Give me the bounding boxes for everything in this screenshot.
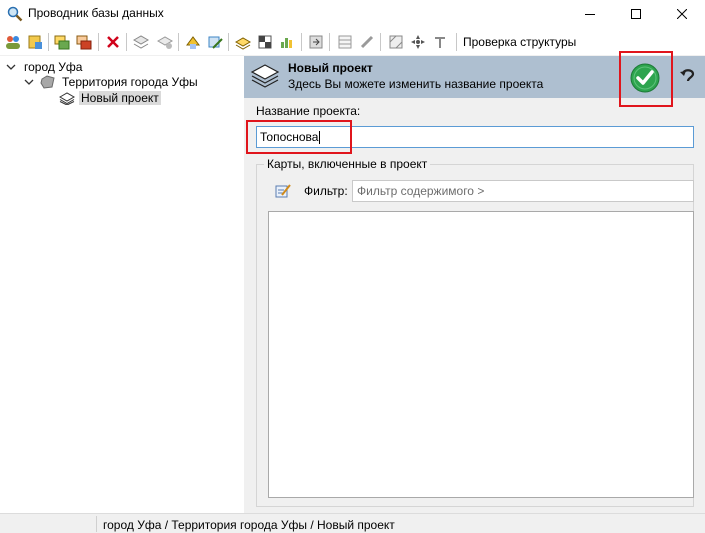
hatch-icon[interactable] — [387, 33, 405, 51]
users-icon[interactable] — [4, 33, 22, 51]
toolbar-separator — [98, 33, 99, 51]
toolbar-separator — [48, 33, 49, 51]
maximize-button[interactable] — [613, 0, 659, 28]
filter-input[interactable]: Фильтр содержимого > — [352, 180, 694, 202]
close-icon — [677, 9, 687, 19]
highlight-name-input — [246, 120, 352, 154]
table-icon[interactable] — [336, 33, 354, 51]
chevron-down-icon[interactable] — [6, 62, 16, 72]
close-button[interactable] — [659, 0, 705, 28]
undo-icon[interactable] — [678, 66, 698, 88]
title-bar: Проводник базы данных — [0, 0, 705, 28]
toolbar-separator — [380, 33, 381, 51]
database-add-icon[interactable] — [26, 33, 44, 51]
project-stack-icon — [250, 64, 280, 88]
delete-icon[interactable] — [104, 33, 122, 51]
pencil-icon[interactable] — [358, 33, 376, 51]
maximize-icon — [631, 9, 641, 19]
structure-check-button[interactable]: Проверка структуры — [463, 35, 576, 49]
move-icon[interactable] — [409, 33, 427, 51]
toolbar-separator — [228, 33, 229, 51]
territory-icon — [40, 74, 55, 89]
maps-list[interactable] — [268, 211, 694, 498]
text-tool-icon[interactable] — [431, 33, 449, 51]
toolbar: Проверка структуры — [0, 28, 705, 56]
object-edit-icon[interactable] — [206, 33, 224, 51]
project-editor: Новый проект Здесь Вы можете изменить на… — [244, 51, 705, 513]
status-separator — [96, 516, 97, 532]
chart-add-icon[interactable] — [278, 33, 296, 51]
toolbar-separator — [178, 33, 179, 51]
explorer-app-icon — [7, 6, 23, 22]
tree-item-territory[interactable]: Территория города Уфы — [24, 73, 200, 90]
status-path: город Уфа / Территория города Уфы / Новы… — [103, 518, 395, 532]
project-stack-icon — [59, 91, 75, 105]
highlight-confirm — [619, 51, 673, 107]
toolbar-separator — [456, 33, 457, 51]
database-explorer-window: Проводник базы данных Проверка структуры… — [0, 0, 705, 533]
tree-item-project[interactable]: Новый проект — [59, 89, 161, 106]
tree-item-label: Новый проект — [79, 90, 161, 105]
window-title: Проводник базы данных — [28, 6, 164, 20]
filter-edit-icon — [275, 184, 291, 198]
status-bar: город Уфа / Территория города Уфы / Новы… — [0, 513, 705, 533]
toolbar-separator — [126, 33, 127, 51]
project-tree: город Уфа Территория города Уфы Новый пр… — [0, 56, 237, 513]
object-icon[interactable] — [184, 33, 202, 51]
tree-item-label: город Уфа — [24, 59, 83, 74]
maps-group-label: Карты, включенные в проект — [264, 157, 431, 171]
minimize-button[interactable] — [567, 0, 613, 28]
import-icon[interactable] — [307, 33, 325, 51]
editor-subtitle: Здесь Вы можете изменить название проект… — [288, 77, 544, 91]
filter-label: Фильтр: — [304, 184, 348, 198]
editor-title: Новый проект — [288, 61, 373, 75]
grid-icon[interactable] — [256, 33, 274, 51]
maps-stack-icon[interactable] — [132, 33, 150, 51]
toolbar-separator — [329, 33, 330, 51]
layer-add-icon[interactable] — [53, 33, 71, 51]
layer-remove-icon[interactable] — [75, 33, 93, 51]
toolbar-separator — [301, 33, 302, 51]
project-name-label: Название проекта: — [256, 104, 361, 118]
tree-item-label: Территория города Уфы — [62, 74, 198, 89]
chevron-down-icon[interactable] — [24, 77, 34, 87]
maps-copy-icon[interactable] — [156, 33, 174, 51]
map-layers-icon[interactable] — [234, 33, 252, 51]
minimize-icon — [585, 14, 595, 15]
